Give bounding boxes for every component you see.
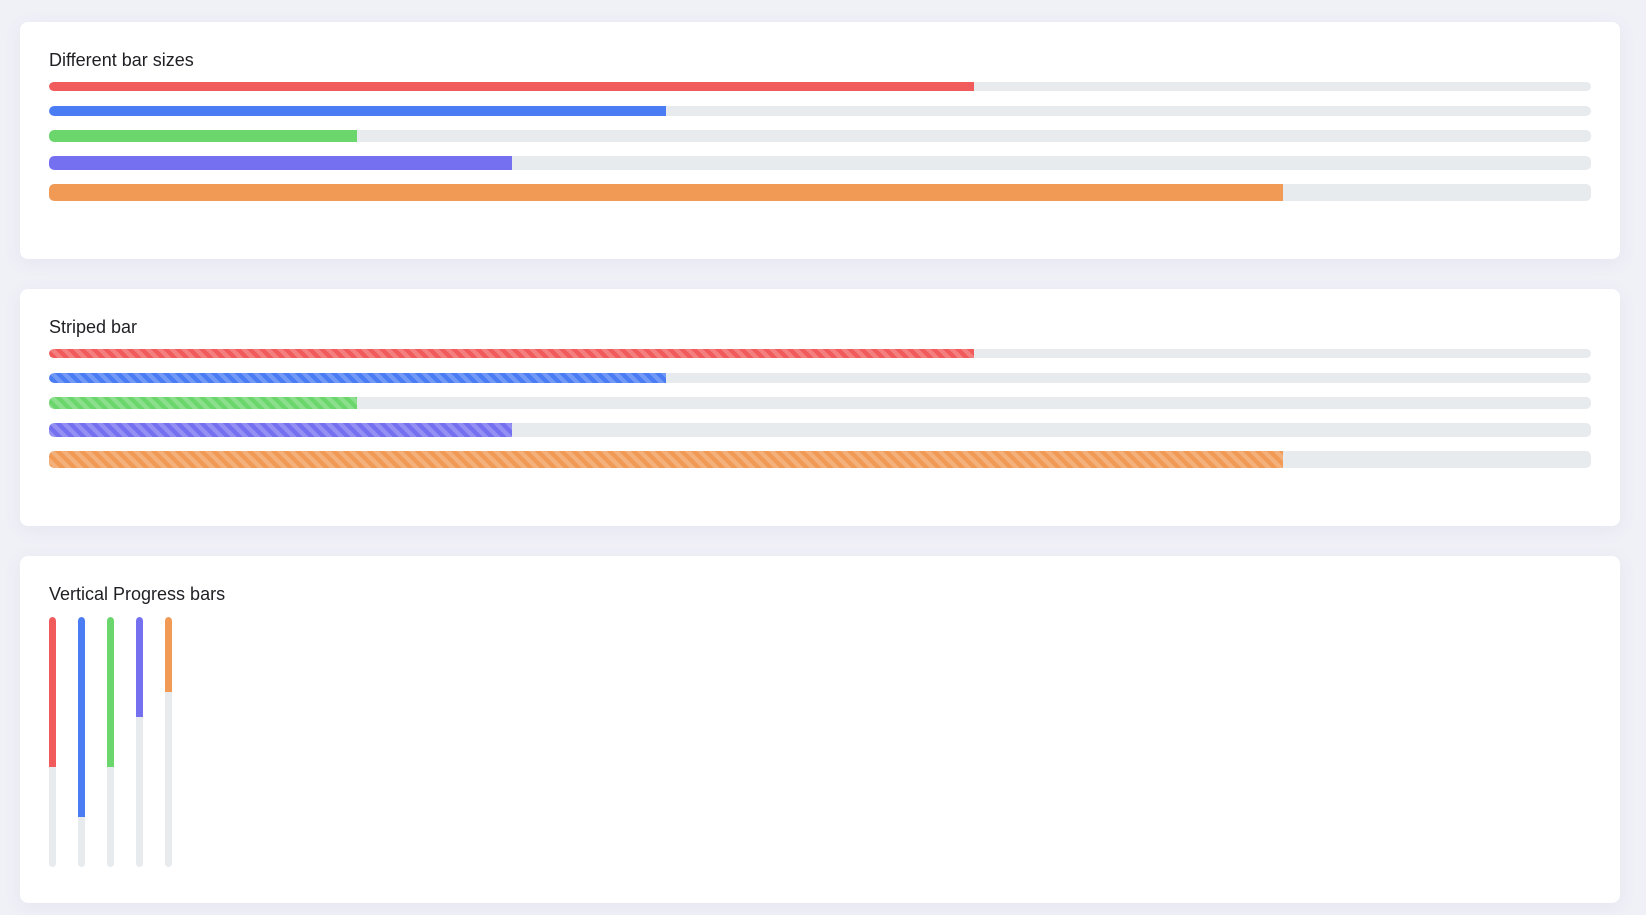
progress-fill bbox=[49, 349, 975, 358]
progress-stack bbox=[49, 82, 1591, 201]
progress-track bbox=[49, 423, 1591, 437]
progress-stack bbox=[49, 349, 1591, 468]
progress-track bbox=[49, 184, 1591, 201]
progress-fill bbox=[49, 373, 666, 383]
card-striped-bar: Striped bar bbox=[20, 289, 1620, 526]
vertical-progress-track bbox=[78, 617, 85, 867]
card-title-vertical-bars: Vertical Progress bars bbox=[49, 584, 226, 604]
progress-fill bbox=[49, 184, 1283, 201]
vertical-progress-track bbox=[136, 617, 143, 867]
card-title-bar-sizes: Different bar sizes bbox=[49, 50, 194, 70]
vertical-progress-fill bbox=[49, 617, 56, 767]
progress-track bbox=[49, 82, 1591, 91]
card-bar-sizes: Different bar sizes bbox=[20, 22, 1620, 259]
progress-track bbox=[49, 397, 1591, 409]
progress-track bbox=[49, 156, 1591, 170]
progress-track bbox=[49, 373, 1591, 383]
vertical-progress-track bbox=[49, 617, 56, 867]
progress-fill bbox=[49, 397, 358, 409]
progress-track bbox=[49, 106, 1591, 116]
vertical-progress-fill bbox=[165, 617, 172, 692]
vertical-progress-fill bbox=[136, 617, 143, 717]
card-vertical-bars: Vertical Progress bars bbox=[20, 556, 1620, 903]
progress-fill bbox=[49, 423, 512, 437]
progress-fill bbox=[49, 106, 666, 116]
card-title-striped-bar: Striped bar bbox=[49, 317, 138, 337]
progress-fill bbox=[49, 156, 512, 170]
vertical-progress-fill bbox=[78, 617, 85, 817]
progress-fill bbox=[49, 130, 358, 142]
vertical-progress-fill bbox=[107, 617, 114, 767]
vertical-progress-track bbox=[165, 617, 172, 867]
progress-track bbox=[49, 130, 1591, 142]
progress-track bbox=[49, 349, 1591, 358]
progress-fill bbox=[49, 451, 1283, 468]
progress-track bbox=[49, 451, 1591, 468]
vertical-progress-track bbox=[107, 617, 114, 867]
progress-fill bbox=[49, 82, 975, 91]
